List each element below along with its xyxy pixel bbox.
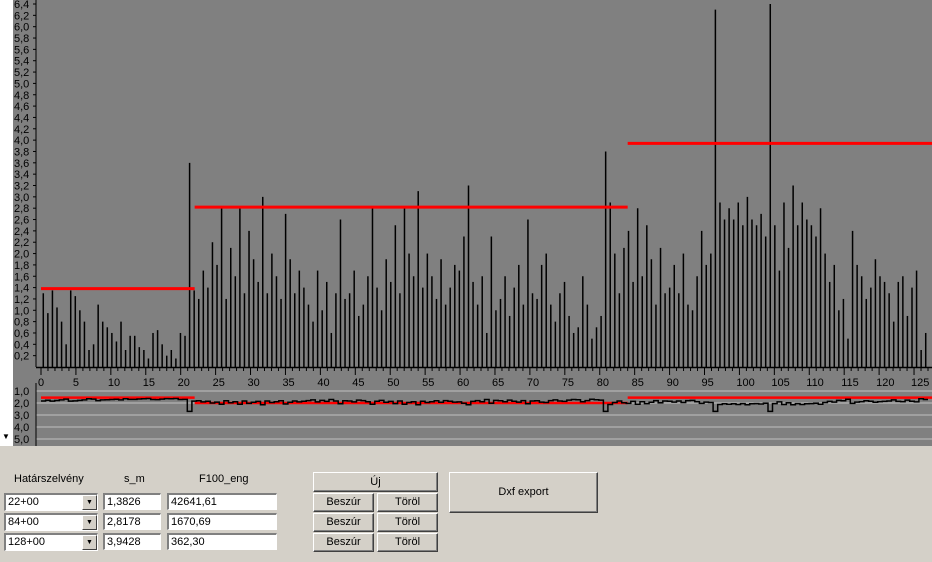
y-tick-label: 5,4 (14, 56, 29, 68)
hatar-value-2: 84+00 (8, 516, 39, 528)
depth-profile-line (41, 397, 928, 413)
chart-area: 6,4 6,2 6,0 5,8 5,6 5,4 5,2 5,0 4,8 4,6 4,4 4,2 4,0 3… (13, 0, 932, 446)
y-tick-label: 2,0 (14, 249, 29, 261)
y-tick-label: 1,0 (14, 305, 29, 317)
x-tick-label: 110 (806, 377, 824, 389)
hatar-combo-3[interactable]: 128+00 ▼ (4, 533, 98, 551)
x-tick-label: 95 (702, 377, 714, 389)
y-tick-label: 6,4 (14, 0, 29, 11)
y-tick-label: 5,0 (14, 78, 29, 90)
x-tick-label: 5 (73, 377, 79, 389)
y-tick-label: 5,8 (14, 33, 29, 45)
hatar-value-1: 22+00 (8, 496, 39, 508)
s-m-field-2[interactable]: 2,8178 (103, 513, 161, 530)
insert-button-1[interactable]: Beszúr (313, 493, 374, 512)
lower-tick-label: 2,0 (14, 398, 29, 410)
y-tick-label: 3,0 (14, 192, 29, 204)
left-scrollbar[interactable]: ▼ (0, 0, 14, 446)
chevron-down-icon[interactable]: ▼ (82, 495, 97, 510)
y-tick-label: 2,4 (14, 226, 29, 238)
y-tick-label: 3,6 (14, 158, 29, 170)
x-tick-label: 105 (771, 377, 789, 389)
y-tick-label: 1,8 (14, 260, 29, 272)
lower-tick-label: 5,0 (14, 434, 29, 446)
header-f100-eng: F100_eng (199, 473, 249, 485)
x-tick-label: 85 (632, 377, 644, 389)
x-tick-label: 65 (492, 377, 504, 389)
delete-button-2[interactable]: Töröl (377, 513, 438, 532)
header-hatarszelveny: Határszelvény (14, 473, 84, 485)
x-tick-label: 35 (282, 377, 294, 389)
x-tick-label: 70 (527, 377, 539, 389)
bar-chart: 6,46,26,05,85,65,45,25,04,84,64,44,24,03… (14, 0, 932, 446)
y-tick-label: 2,2 (14, 237, 29, 249)
y-tick-label: 0,6 (14, 328, 29, 340)
f100-field-2[interactable]: 1670,69 (167, 513, 277, 530)
f100-field-3[interactable]: 362,30 (167, 533, 277, 550)
x-tick-label: 115 (841, 377, 859, 389)
y-tick-label: 4,0 (14, 135, 29, 147)
x-tick-label: 75 (562, 377, 574, 389)
x-tick-label: 60 (457, 377, 469, 389)
scroll-down-icon[interactable]: ▼ (2, 432, 10, 441)
x-tick-label: 45 (352, 377, 364, 389)
x-tick-label: 90 (667, 377, 679, 389)
y-tick-label: 4,6 (14, 101, 29, 113)
lower-tick-label: 1,0 (14, 386, 29, 398)
insert-button-2[interactable]: Beszúr (313, 513, 374, 532)
y-tick-label: 0,4 (14, 339, 29, 351)
x-tick-label: 15 (143, 377, 155, 389)
x-tick-label: 120 (876, 377, 894, 389)
y-tick-label: 6,0 (14, 22, 29, 34)
hatar-value-3: 128+00 (8, 536, 46, 548)
dxf-export-button[interactable]: Dxf export (449, 472, 598, 513)
x-tick-label: 80 (597, 377, 609, 389)
new-button[interactable]: Új (313, 472, 438, 492)
y-tick-label: 1,4 (14, 283, 29, 295)
chevron-down-icon[interactable]: ▼ (82, 535, 97, 550)
x-tick-label: 40 (317, 377, 329, 389)
x-tick-label: 125 (911, 377, 929, 389)
y-tick-label: 1,2 (14, 294, 29, 306)
hatar-combo-2[interactable]: 84+00 ▼ (4, 513, 98, 531)
chevron-down-icon[interactable]: ▼ (82, 515, 97, 530)
y-tick-label: 3,4 (14, 169, 29, 181)
x-tick-label: 50 (387, 377, 399, 389)
y-tick-label: 2,8 (14, 203, 29, 215)
y-tick-label: 5,6 (14, 44, 29, 56)
s-m-field-1[interactable]: 1,3826 (103, 493, 161, 510)
lower-tick-label: 3,0 (14, 410, 29, 422)
x-tick-label: 100 (736, 377, 754, 389)
x-tick-label: 55 (422, 377, 434, 389)
y-tick-label: 2,6 (14, 215, 29, 227)
lower-tick-label: 4,0 (14, 422, 29, 434)
y-tick-label: 0,2 (14, 351, 29, 363)
y-tick-label: 3,2 (14, 181, 29, 193)
f100-field-1[interactable]: 42641,61 (167, 493, 277, 510)
delete-button-3[interactable]: Töröl (377, 533, 438, 552)
x-tick-label: 0 (38, 377, 44, 389)
y-tick-label: 6,2 (14, 10, 29, 22)
header-s-m: s_m (124, 473, 145, 485)
delete-button-1[interactable]: Töröl (377, 493, 438, 512)
y-tick-label: 4,2 (14, 124, 29, 136)
y-tick-label: 4,8 (14, 90, 29, 102)
x-tick-label: 30 (248, 377, 260, 389)
y-tick-label: 1,6 (14, 271, 29, 283)
y-tick-label: 5,2 (14, 67, 29, 79)
insert-button-3[interactable]: Beszúr (313, 533, 374, 552)
y-tick-label: 3,8 (14, 146, 29, 158)
y-tick-label: 4,4 (14, 112, 29, 124)
x-tick-label: 20 (178, 377, 190, 389)
s-m-field-3[interactable]: 3,9428 (103, 533, 161, 550)
y-tick-label: 0,8 (14, 317, 29, 329)
hatar-combo-1[interactable]: 22+00 ▼ (4, 493, 98, 511)
x-tick-label: 25 (213, 377, 225, 389)
x-tick-label: 10 (108, 377, 120, 389)
